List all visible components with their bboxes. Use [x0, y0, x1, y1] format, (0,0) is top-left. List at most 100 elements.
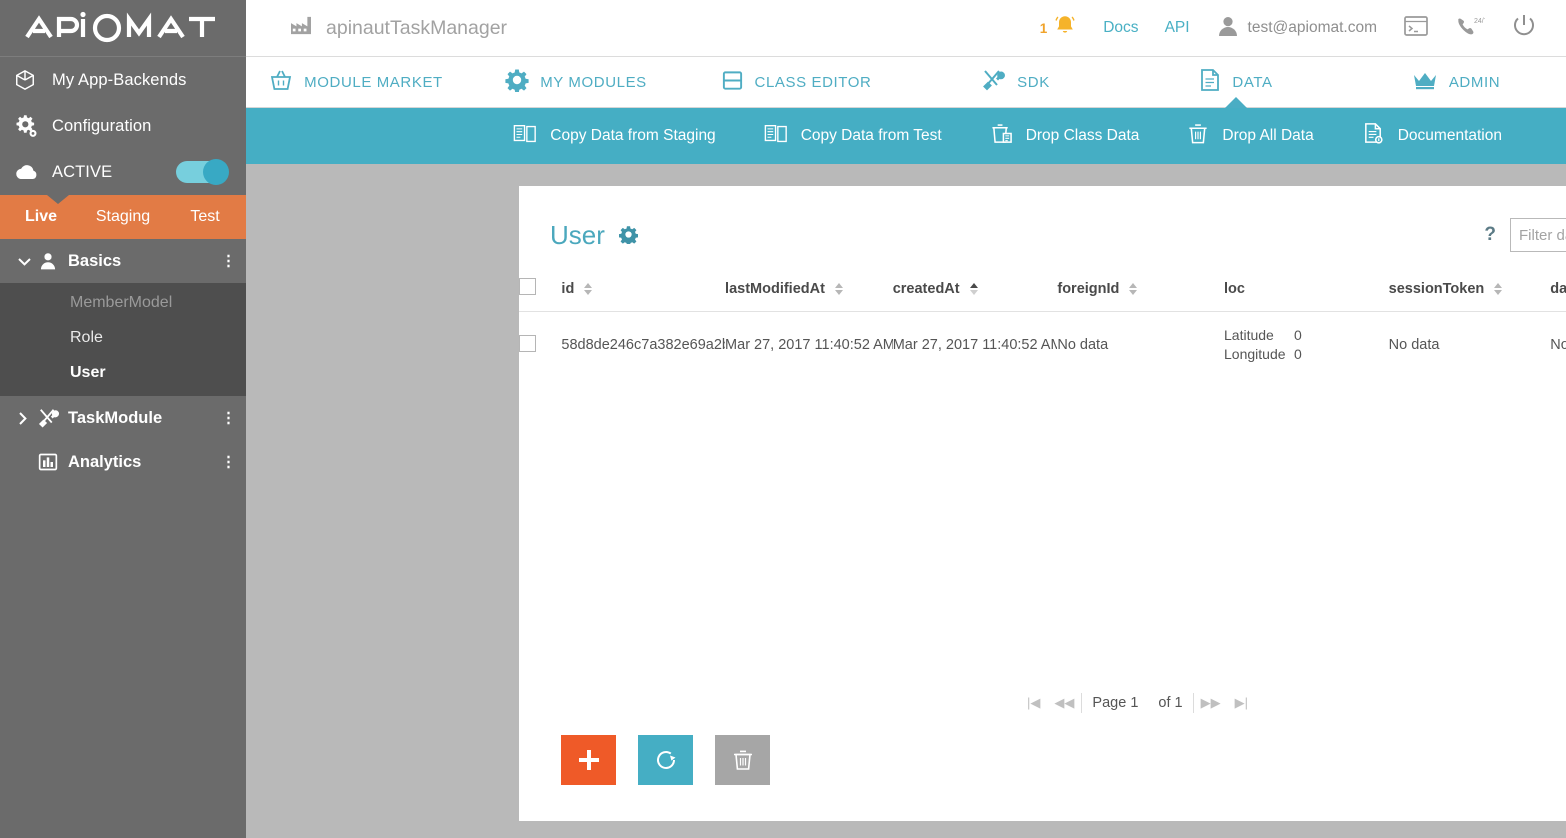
sidebar-item-active-state: ACTIVE	[0, 149, 246, 195]
user-email: test@apiomat.com	[1247, 19, 1377, 36]
refresh-button[interactable]	[638, 735, 693, 785]
select-all-checkbox[interactable]	[519, 278, 536, 295]
drop-class-data-button[interactable]: Drop Class Data	[966, 122, 1164, 150]
api-label: API	[1164, 19, 1190, 36]
column-id[interactable]: id	[561, 278, 725, 312]
env-notch	[47, 195, 69, 204]
action-label: Documentation	[1397, 127, 1502, 144]
data-table-container: id lastModifiedAt createdAt foreignId lo…	[519, 278, 1566, 378]
tree-node-menu-icon[interactable]: ⋮	[221, 411, 236, 425]
active-tab-arrow	[1225, 97, 1247, 108]
help-icon[interactable]: ?	[1484, 224, 1496, 246]
env-tab-live[interactable]: Live	[0, 195, 82, 239]
refresh-icon	[656, 751, 675, 769]
document-info-icon	[1362, 122, 1385, 150]
data-action-bar: Copy Data from Staging Copy Data from Te…	[246, 108, 1566, 164]
tab-module-market[interactable]: MODULE MARKET	[246, 57, 466, 107]
column-loc[interactable]: loc	[1224, 278, 1389, 312]
tab-sdk[interactable]: SDK	[906, 57, 1126, 107]
gear-icon[interactable]	[618, 220, 638, 251]
action-label: Drop Class Data	[1025, 127, 1140, 144]
tree-child-role[interactable]: Role	[0, 320, 246, 355]
tree-node-menu-icon[interactable]: ⋮	[221, 254, 236, 268]
add-row-button[interactable]	[561, 735, 616, 785]
logout-button[interactable]	[1498, 13, 1550, 44]
table-body: 58d8de246c7a382e69a2b0 Mar 27, 2017 11:4…	[519, 312, 1566, 379]
tree-children-basics: MemberModel Role User	[0, 283, 246, 396]
search-input[interactable]	[1510, 218, 1566, 252]
chevron-right-icon[interactable]	[18, 411, 38, 425]
api-link[interactable]: API	[1152, 19, 1203, 37]
env-tab-staging[interactable]: Staging	[82, 195, 164, 239]
support-button[interactable]: 24/7	[1442, 15, 1498, 42]
data-panel: User ? Filter data with query id lastMod…	[519, 186, 1566, 821]
column-dateofbirth[interactable]: dateOfBirth	[1550, 278, 1566, 312]
top-bar-right: 1 Docs API test@apiomat.com 24/	[1027, 13, 1550, 44]
tree-node-menu-icon[interactable]: ⋮	[221, 455, 236, 469]
filter-area: ?	[1484, 218, 1566, 252]
pagination: |◀ ◀◀ Page 1 of 1 ▶▶ ▶|	[519, 693, 1566, 713]
table-row[interactable]: 58d8de246c7a382e69a2b0 Mar 27, 2017 11:4…	[519, 312, 1566, 379]
chevron-down-icon[interactable]	[18, 257, 38, 266]
tree-node-taskmodule[interactable]: TaskModule ⋮	[0, 396, 246, 440]
cell-sessiontoken: No data	[1388, 337, 1440, 353]
loc-longitude-value: 0	[1294, 346, 1302, 362]
nav-tabs: MODULE MARKET MY MODULES CLASS EDITOR SD…	[246, 57, 1566, 108]
sidebar-item-label: My App-Backends	[52, 70, 187, 89]
documentation-button[interactable]: Documentation	[1338, 122, 1526, 150]
app-title[interactable]: apinautTaskManager	[290, 15, 507, 41]
apiomat-logo-icon	[25, 11, 215, 43]
copy-data-from-test-button[interactable]: Copy Data from Test	[740, 123, 966, 150]
first-page-button[interactable]: |◀	[1020, 695, 1047, 711]
loc-latitude-value: 0	[1294, 327, 1302, 343]
column-label: id	[561, 280, 575, 297]
column-lastmodifiedat[interactable]: lastModifiedAt	[725, 278, 893, 312]
user-account[interactable]: test@apiomat.com	[1203, 14, 1390, 43]
cell-id: 58d8de246c7a382e69a2b0	[561, 337, 726, 353]
table-header: id lastModifiedAt createdAt foreignId lo…	[519, 278, 1566, 312]
sort-icon[interactable]	[969, 282, 978, 295]
sidebar-item-configuration[interactable]: Configuration	[0, 103, 246, 149]
apiomat-logo[interactable]	[0, 0, 246, 57]
column-createdat[interactable]: createdAt	[893, 278, 1058, 312]
delete-button[interactable]	[715, 735, 770, 785]
action-label: Copy Data from Staging	[550, 127, 716, 144]
docs-link[interactable]: Docs	[1090, 19, 1151, 37]
drop-all-data-button[interactable]: Drop All Data	[1163, 122, 1337, 150]
env-tab-test[interactable]: Test	[164, 195, 246, 239]
table-actions	[561, 735, 770, 785]
page-title: User	[550, 220, 638, 251]
tree-child-user[interactable]: User	[0, 355, 246, 390]
sort-icon[interactable]	[1129, 282, 1138, 295]
next-page-button[interactable]: ▶▶	[1194, 695, 1228, 711]
notifications[interactable]: 1	[1027, 13, 1091, 43]
sort-icon[interactable]	[1494, 282, 1503, 295]
tab-my-modules[interactable]: MY MODULES	[466, 57, 686, 107]
prev-page-button[interactable]: ◀◀	[1047, 695, 1081, 711]
tree-node-analytics[interactable]: Analytics ⋮	[0, 440, 246, 484]
console-button[interactable]	[1390, 15, 1442, 42]
loc-latitude-label: Latitude	[1224, 327, 1274, 343]
sidebar-item-my-app-backends[interactable]: My App-Backends	[0, 57, 246, 103]
cell-loc: Latitude Longitude 0 0	[1224, 312, 1389, 379]
console-icon	[1403, 15, 1429, 42]
sort-icon[interactable]	[834, 282, 843, 295]
tab-class-editor[interactable]: CLASS EDITOR	[686, 57, 906, 107]
column-label: foreignId	[1057, 280, 1120, 297]
cell-createdat: Mar 27, 2017 11:40:52 AM	[892, 337, 1058, 353]
row-checkbox[interactable]	[519, 334, 536, 352]
sort-icon[interactable]	[584, 282, 593, 295]
column-label: dateOfBirth	[1550, 280, 1566, 297]
active-toggle[interactable]	[176, 159, 229, 185]
last-page-button[interactable]: ▶|	[1228, 695, 1255, 711]
gear-icon	[14, 114, 48, 138]
bell-icon[interactable]	[1053, 13, 1077, 43]
tree-node-basics[interactable]: Basics ⋮	[0, 239, 246, 283]
tab-data[interactable]: DATA	[1126, 57, 1346, 108]
phone-24-7-icon: 24/7	[1455, 15, 1488, 42]
column-foreignid[interactable]: foreignId	[1057, 278, 1224, 312]
tree-child-membermodel[interactable]: MemberModel	[0, 285, 246, 320]
tab-admin[interactable]: ADMIN	[1346, 57, 1566, 107]
copy-data-from-staging-button[interactable]: Copy Data from Staging	[489, 123, 739, 150]
column-sessiontoken[interactable]: sessionToken	[1389, 278, 1551, 312]
